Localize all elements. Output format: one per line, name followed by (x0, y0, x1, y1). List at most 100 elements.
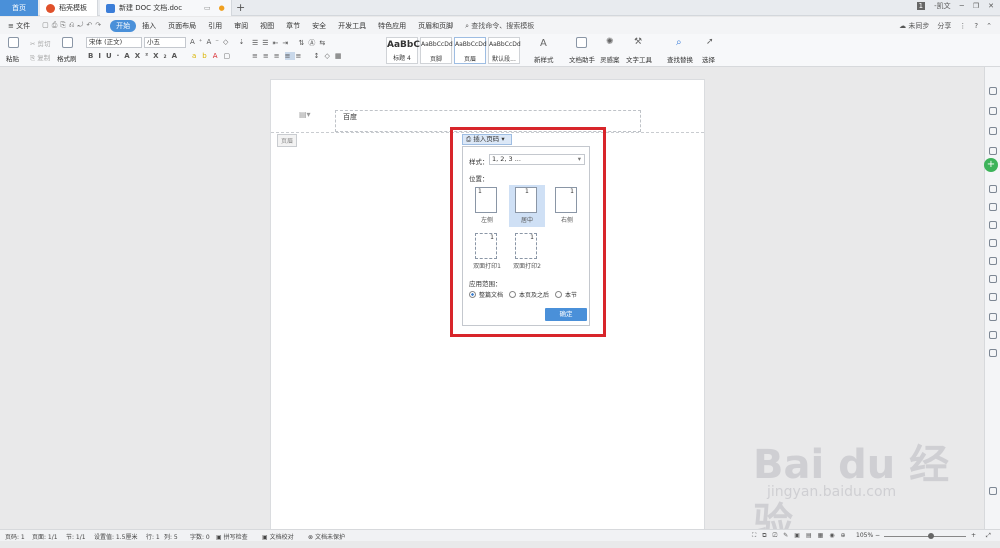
style-preview: AaBbCcDd (489, 41, 521, 48)
font-family-select[interactable]: 宋体 (正文) (86, 37, 142, 48)
header-text[interactable]: 百度 (343, 112, 357, 122)
copy-button[interactable]: ⎘ 复制 (30, 52, 50, 63)
paste-label[interactable]: 粘贴 (6, 53, 19, 63)
style-preview: AaBbCcDd (455, 41, 487, 48)
pointer-icon[interactable] (989, 107, 997, 115)
protect-status[interactable]: ⊗ 文档未保护 (308, 532, 345, 541)
expand-icon[interactable] (989, 487, 997, 495)
cloud-icon: ☁ (899, 21, 907, 30)
user-name[interactable]: -凯文 (934, 1, 951, 11)
minimize-icon[interactable]: ─ (960, 2, 964, 10)
paste-button[interactable] (8, 37, 19, 50)
style-heading4[interactable]: AaBbC 标题 4 (386, 37, 420, 64)
status-pages[interactable]: 页面: 1/1 (32, 532, 58, 541)
menu-references[interactable]: 引用 (202, 21, 228, 31)
menu-review[interactable]: 审阅 (228, 21, 254, 31)
collapse-ribbon-icon[interactable]: ⌃ (986, 22, 992, 30)
spell-check-label: 拼写检查 (223, 534, 248, 541)
pen-icon[interactable] (989, 87, 997, 95)
format-painter-button[interactable] (62, 37, 73, 50)
zoom-level[interactable]: 105% (856, 532, 873, 539)
more-icon[interactable]: ⋮ (959, 22, 966, 30)
menu-insert[interactable]: 插入 (136, 21, 162, 31)
close-icon[interactable]: ✕ (988, 2, 994, 10)
tab-monitor-icon[interactable]: ▭ (204, 4, 211, 12)
layout-icon[interactable] (989, 221, 997, 229)
chart-icon[interactable] (989, 203, 997, 211)
tab-document-label: 新建 DOC 文档.doc (119, 4, 183, 12)
text-tools-button[interactable]: 文字工具 (626, 54, 652, 64)
command-search[interactable]: ⌕ 查找命令、搜索模板 (465, 21, 534, 31)
new-style-button[interactable]: 新样式 (534, 54, 554, 64)
style-name: 标题 4 (393, 55, 411, 62)
menu-developer[interactable]: 开发工具 (332, 21, 372, 31)
history-icon[interactable] (989, 349, 997, 357)
new-tab-button[interactable]: + (236, 1, 245, 14)
menu-section[interactable]: 章节 (280, 21, 306, 31)
menu-page-layout[interactable]: 页面布局 (162, 21, 202, 31)
highlight-color-buttons[interactable]: abA▢ (192, 52, 236, 60)
restore-icon[interactable]: ❐ (973, 2, 979, 10)
font-size-select[interactable]: 小五 (144, 37, 186, 48)
fullscreen-icon[interactable]: ⤢ (986, 532, 991, 540)
status-words[interactable]: 字数: 0 (190, 532, 210, 541)
grid-icon[interactable] (989, 185, 997, 193)
list-buttons[interactable]: ☰☰⇤⇥ ⇅Ⓐ⇆ (252, 38, 329, 48)
record-icon[interactable] (989, 331, 997, 339)
status-col[interactable]: 列: 5 (164, 532, 178, 541)
copy-label: 复制 (37, 54, 51, 62)
zoom-in-button[interactable]: + (971, 532, 976, 539)
image-icon[interactable] (989, 239, 997, 247)
settings-icon[interactable] (989, 147, 997, 155)
docer-icon (46, 3, 55, 13)
format-painter-label[interactable]: 格式刷 (57, 53, 77, 63)
find-replace-button[interactable]: 查找替换 (667, 54, 693, 64)
tab-home[interactable]: 首页 (0, 0, 38, 16)
spell-check-button[interactable]: ▣ 拼写检查 (216, 532, 248, 541)
menu-header-footer[interactable]: 页眉和页脚 (412, 21, 459, 31)
inspiration-button[interactable]: 灵感案 (600, 54, 620, 64)
box-icon[interactable] (989, 293, 997, 301)
status-row[interactable]: 行: 1 (146, 532, 160, 541)
align-buttons[interactable]: ≡≡≡≡≡ ↕◇▦ (252, 52, 346, 60)
file-menu[interactable]: ≡ 文件 (0, 21, 36, 31)
people-icon[interactable] (989, 275, 997, 283)
text-format-buttons[interactable]: BIU·AX²X₂A (88, 52, 182, 60)
style-footer[interactable]: AaBbCcDd 页脚 (420, 37, 453, 64)
style-preview: AaBbCcDd (421, 41, 453, 48)
style-header[interactable]: AaBbCcDd 页眉 (454, 37, 487, 64)
share-icon[interactable] (989, 257, 997, 265)
notification-badge[interactable]: 1 (916, 2, 926, 10)
zoom-slider-handle[interactable] (928, 533, 934, 539)
share-button[interactable]: 分享 (937, 21, 951, 31)
doc-helper-button[interactable]: 文档助手 (569, 54, 595, 64)
quick-access-icons[interactable]: ▢⎙⎘⎌⤾↶↷ (36, 21, 110, 30)
proofread-button[interactable]: ▣ 文档校对 (262, 532, 294, 541)
tab-template-label: 稻壳模板 (59, 4, 87, 12)
select-button[interactable]: 选择 (702, 54, 715, 64)
menu-special-apps[interactable]: 特色应用 (372, 21, 412, 31)
brush-icon (62, 37, 73, 48)
view-mode-buttons[interactable]: ⛶⧉⎚✎▣▤▦◉⊕ (752, 532, 852, 540)
status-setting[interactable]: 设置值: 1.5厘米 (94, 532, 137, 541)
cut-button[interactable]: ✂ 剪切 (30, 38, 51, 48)
word-doc-icon (106, 3, 115, 13)
status-page-num[interactable]: 页码: 1 (5, 532, 25, 541)
tab-template[interactable]: 稻壳模板 (40, 0, 98, 16)
header-options-icon[interactable]: ▤▾ (299, 110, 311, 119)
font-size-tools[interactable]: A⁺A⁻◇ ⇣ (190, 38, 248, 46)
zoom-slider[interactable] (884, 536, 966, 537)
menu-start[interactable]: 开始 (110, 19, 137, 32)
status-section[interactable]: 节: 1/1 (66, 532, 86, 541)
tab-document[interactable]: 新建 DOC 文档.doc ▭ ● (100, 0, 232, 16)
search-icon: ⌕ (465, 21, 469, 30)
shape-icon[interactable] (989, 127, 997, 135)
menu-view[interactable]: 视图 (254, 21, 280, 31)
add-float-button[interactable]: + (984, 158, 998, 172)
zoom-out-button[interactable]: − (875, 532, 880, 539)
menu-security[interactable]: 安全 (306, 21, 332, 31)
style-default[interactable]: AaBbCcDd 默认段... (488, 37, 521, 64)
picture-icon[interactable] (989, 313, 997, 321)
sync-status[interactable]: ☁ 未同步 (899, 21, 929, 31)
help-icon[interactable]: ? (974, 22, 978, 30)
